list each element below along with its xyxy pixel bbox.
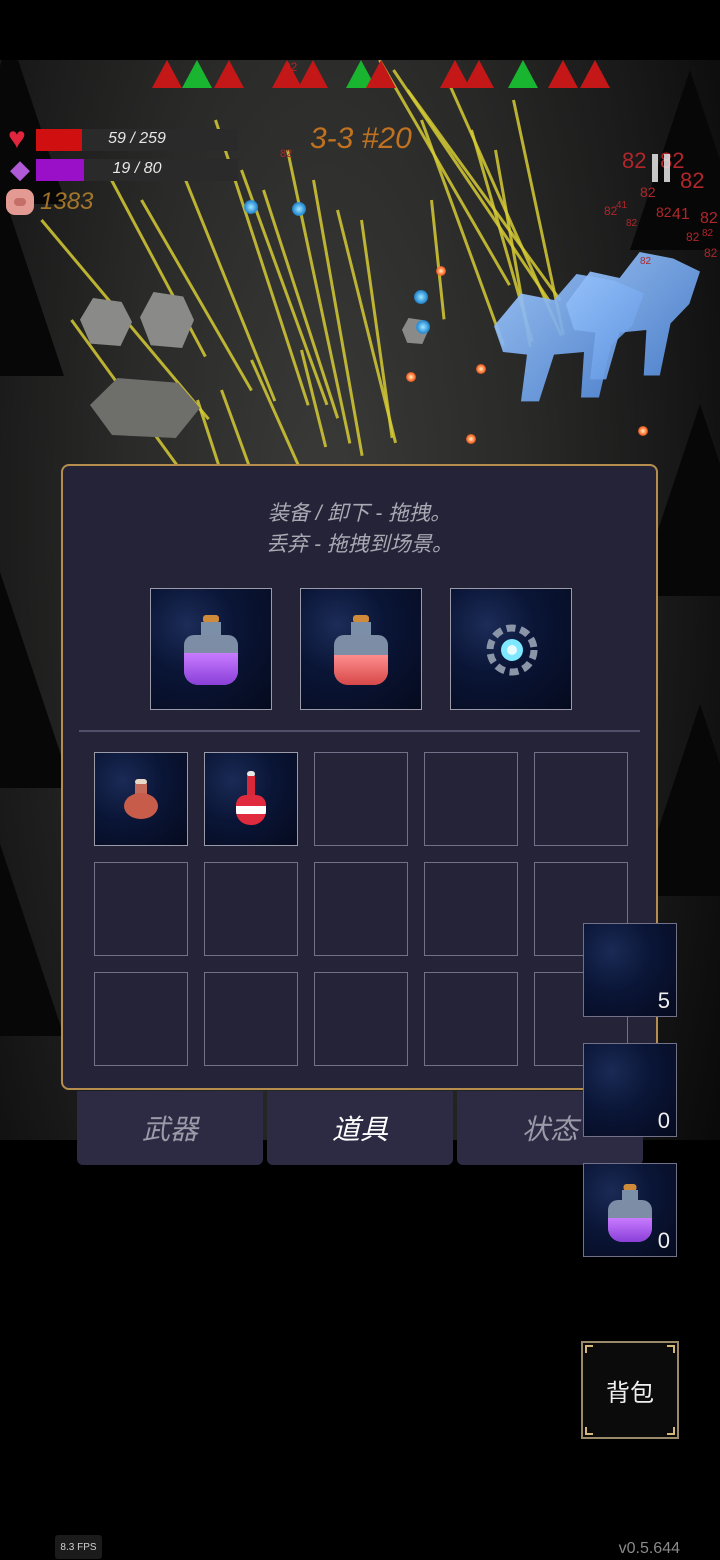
- bag-slot[interactable]: [204, 972, 298, 1066]
- threat-indicator: [464, 60, 494, 88]
- bag-slot[interactable]: [204, 752, 298, 846]
- mana-orb: [416, 320, 430, 334]
- tab-1[interactable]: 道具: [267, 1091, 453, 1165]
- boulder: [140, 292, 194, 348]
- boulder: [80, 298, 132, 346]
- frame-corner: [585, 1345, 593, 1353]
- threat-indicator: [548, 60, 578, 88]
- mana-bar: 19 / 80: [36, 159, 238, 181]
- quick-slot-count: 0: [657, 1228, 670, 1253]
- arrow-streak: [176, 159, 277, 402]
- health-text: 59 / 259: [108, 130, 166, 147]
- quick-slot-count: 0: [657, 1108, 670, 1133]
- wave-label: 3-3 #20: [310, 122, 412, 155]
- fire-spark: [476, 364, 486, 374]
- arrow-streak: [406, 89, 562, 302]
- arrow-streak: [430, 199, 446, 320]
- damage-number: 82: [702, 228, 714, 239]
- damage-number: 41: [672, 206, 690, 223]
- damage-number: 82: [640, 256, 652, 267]
- threat-indicator: [182, 60, 212, 88]
- bag-slot[interactable]: [314, 752, 408, 846]
- backpack-label: 背包: [606, 1379, 654, 1407]
- damage-number: 82: [700, 210, 718, 227]
- quick-slot-1[interactable]: 5: [583, 923, 677, 1017]
- bag-slot[interactable]: [424, 862, 518, 956]
- piggy-bank-icon: [6, 189, 34, 215]
- fire-spark: [466, 434, 476, 444]
- quick-slot-2[interactable]: 0: [583, 1043, 677, 1137]
- threat-indicator: [214, 60, 244, 88]
- bag-slot[interactable]: [94, 752, 188, 846]
- panel-divider: [79, 730, 640, 732]
- health-row: 59 / 259: [6, 122, 238, 156]
- fps-counter: 8.3 FPS: [55, 1535, 102, 1559]
- fire-spark: [638, 426, 648, 436]
- coin-count: 1383: [40, 188, 94, 215]
- damage-number: 82: [686, 230, 700, 244]
- arrow-streak: [250, 359, 302, 471]
- frame-corner: [585, 1427, 593, 1435]
- threat-indicator: [298, 60, 328, 88]
- threat-indicator: [366, 60, 396, 88]
- bag-slot[interactable]: [534, 752, 628, 846]
- quick-slot-count: 5: [657, 988, 670, 1013]
- coins-row: 1383: [6, 188, 93, 216]
- frame-corner: [667, 1345, 675, 1353]
- damage-number: 82: [280, 148, 293, 160]
- mana-orb: [244, 200, 258, 214]
- equipped-slot-2[interactable]: [300, 588, 422, 710]
- damage-number: 82: [680, 168, 705, 193]
- purple-potion-icon: [608, 1184, 652, 1242]
- damage-number: 82: [640, 184, 656, 200]
- heart-icon: [6, 122, 34, 156]
- hint-discard: 丢弃 - 拖拽到场景。: [266, 533, 453, 556]
- health-bar: 59 / 259: [36, 129, 238, 151]
- damage-number: 41: [616, 200, 628, 211]
- red-potion-icon: [334, 615, 388, 685]
- bag-slot[interactable]: [94, 972, 188, 1066]
- hint-equip: 装备 / 卸下 - 拖拽。: [267, 502, 452, 525]
- bag-slot[interactable]: [424, 972, 518, 1066]
- tab-0[interactable]: 武器: [77, 1091, 263, 1165]
- mana-gem-icon: [6, 154, 34, 185]
- damage-number: 82: [622, 148, 647, 173]
- mana-row: 19 / 80: [6, 154, 238, 185]
- bag-slot[interactable]: [314, 972, 408, 1066]
- small-red-flask-icon: [124, 779, 158, 819]
- backpack-button[interactable]: 背包: [581, 1341, 679, 1439]
- fire-spark: [406, 372, 416, 382]
- damage-number: 82: [626, 218, 638, 229]
- gear-orb-icon: [486, 624, 538, 676]
- damage-number: 82: [704, 246, 718, 260]
- equipped-slot-1[interactable]: [150, 588, 272, 710]
- mana-text: 19 / 80: [112, 160, 162, 177]
- bag-slot[interactable]: [94, 862, 188, 956]
- threat-indicator: [580, 60, 610, 88]
- threat-indicator: [152, 60, 182, 88]
- version-label: v0.5.644: [618, 1540, 680, 1557]
- mana-orb: [292, 202, 306, 216]
- inventory-hint: 装备 / 卸下 - 拖拽。 丢弃 - 拖拽到场景。: [63, 498, 656, 560]
- tree-silhouette: [0, 844, 64, 1036]
- bag-slot[interactable]: [424, 752, 518, 846]
- frame-corner: [667, 1427, 675, 1435]
- damage-number: 82: [656, 204, 672, 220]
- equipped-slot-3[interactable]: [450, 588, 572, 710]
- purple-potion-icon: [184, 615, 238, 685]
- quick-slot-3[interactable]: 0: [583, 1163, 677, 1257]
- bag-slot[interactable]: [314, 862, 408, 956]
- mana-orb: [414, 290, 428, 304]
- fire-spark: [436, 266, 446, 276]
- red-bottle-icon: [236, 771, 266, 825]
- pause-button[interactable]: [648, 152, 676, 184]
- bag-slot[interactable]: [204, 862, 298, 956]
- inventory-panel: 装备 / 卸下 - 拖拽。 丢弃 - 拖拽到场景。: [61, 464, 658, 1090]
- threat-indicator: [508, 60, 538, 88]
